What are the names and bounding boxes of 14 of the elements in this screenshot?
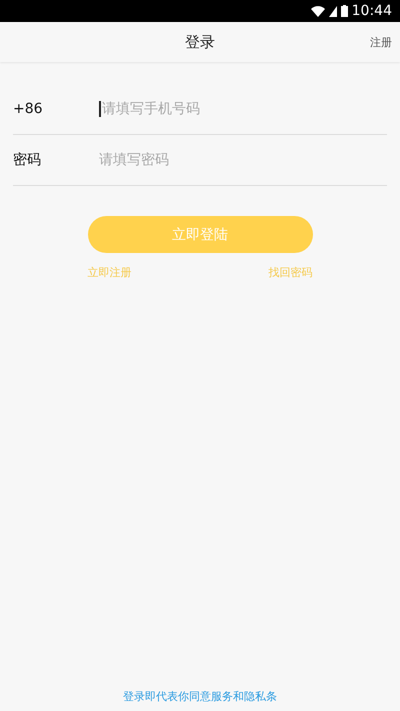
- text-link[interactable]: 立即注册: [88, 265, 132, 280]
- terms-notice[interactable]: 登录即代表你同意服务和隐私条: [123, 690, 277, 703]
- page-title: 登录: [185, 32, 215, 52]
- signal-icon: [328, 6, 337, 16]
- battery-icon: [340, 5, 348, 17]
- text-link[interactable]: 找回密码: [268, 265, 312, 280]
- input-field[interactable]: 请填写手机号码: [99, 101, 387, 117]
- register-link[interactable]: 注册: [370, 34, 392, 50]
- clock-time: 10:44: [352, 3, 392, 19]
- input-field[interactable]: 请填写密码: [99, 152, 387, 168]
- field-label: +86: [13, 101, 44, 117]
- wifi-icon: [310, 6, 325, 16]
- field-label: 密码: [13, 151, 42, 169]
- login-button[interactable]: 立即登陆: [88, 216, 312, 253]
